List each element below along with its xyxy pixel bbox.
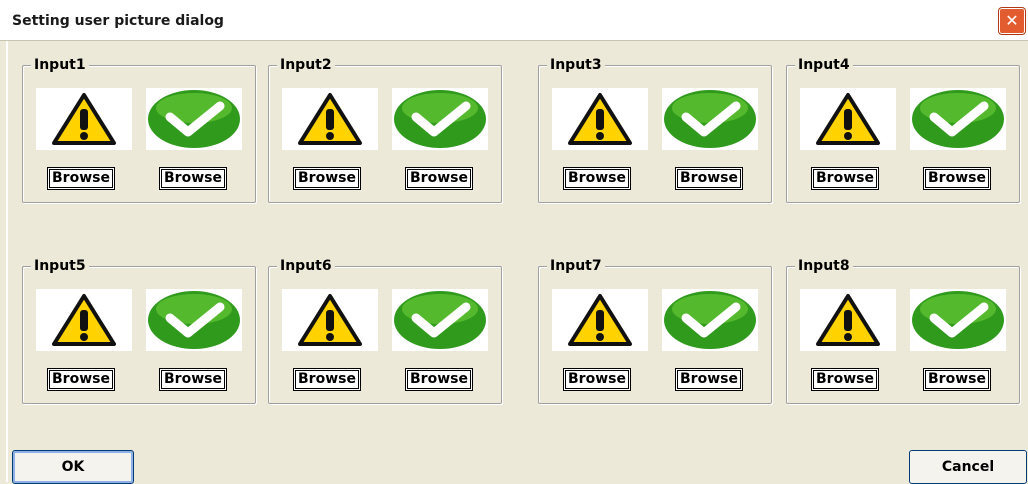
ok-button[interactable]: OK	[12, 450, 134, 484]
browse-button-left[interactable]: Browse	[293, 368, 361, 391]
close-icon: ✕	[1005, 11, 1019, 30]
group-label: Input8	[795, 258, 853, 274]
window-title: Setting user picture dialog	[12, 13, 224, 29]
input-group-7: Input7 Browse Browse	[538, 258, 772, 404]
browse-button-left[interactable]: Browse	[293, 167, 361, 190]
browse-button-right[interactable]: Browse	[405, 167, 473, 190]
check-icon	[910, 88, 1006, 150]
warning-icon	[552, 289, 648, 351]
browse-button-left[interactable]: Browse	[563, 368, 631, 391]
input-group-1: Input1 Browse Browse	[22, 57, 256, 203]
browse-button-right[interactable]: Browse	[675, 368, 743, 391]
input-group-8: Input8 Browse Browse	[786, 258, 1020, 404]
cancel-button[interactable]: Cancel	[909, 450, 1027, 484]
warning-icon	[552, 88, 648, 150]
browse-button-right[interactable]: Browse	[159, 167, 227, 190]
close-button[interactable]: ✕	[999, 8, 1025, 34]
input-group-2: Input2 Browse Browse	[268, 57, 502, 203]
browse-button-left[interactable]: Browse	[47, 368, 115, 391]
input-group-4: Input4 Browse Browse	[786, 57, 1020, 203]
check-icon	[392, 289, 488, 351]
input-group-3: Input3 Browse Browse	[538, 57, 772, 203]
check-icon	[662, 88, 758, 150]
browse-button-left[interactable]: Browse	[563, 167, 631, 190]
warning-icon	[282, 289, 378, 351]
browse-button-right[interactable]: Browse	[923, 368, 991, 391]
group-label: Input7	[547, 258, 605, 274]
group-label: Input5	[31, 258, 89, 274]
input-group-6: Input6 Browse Browse	[268, 258, 502, 404]
title-bar: Setting user picture dialog ✕	[0, 0, 1028, 41]
warning-icon	[36, 289, 132, 351]
browse-button-left[interactable]: Browse	[47, 167, 115, 190]
check-icon	[910, 289, 1006, 351]
check-icon	[392, 88, 488, 150]
check-icon	[146, 88, 242, 150]
group-label: Input3	[547, 57, 605, 73]
input-group-5: Input5 Browse Browse	[22, 258, 256, 404]
check-icon	[146, 289, 242, 351]
warning-icon	[282, 88, 378, 150]
group-label: Input6	[277, 258, 335, 274]
browse-button-right[interactable]: Browse	[923, 167, 991, 190]
browse-button-left[interactable]: Browse	[811, 167, 879, 190]
group-label: Input2	[277, 57, 335, 73]
warning-icon	[800, 88, 896, 150]
group-label: Input4	[795, 57, 853, 73]
check-icon	[662, 289, 758, 351]
browse-button-right[interactable]: Browse	[159, 368, 227, 391]
browse-button-left[interactable]: Browse	[811, 368, 879, 391]
warning-icon	[36, 88, 132, 150]
browse-button-right[interactable]: Browse	[675, 167, 743, 190]
dialog-body: Input1 Browse Browse Input2 Browse Brows…	[6, 41, 1024, 482]
warning-icon	[800, 289, 896, 351]
group-label: Input1	[31, 57, 89, 73]
browse-button-right[interactable]: Browse	[405, 368, 473, 391]
